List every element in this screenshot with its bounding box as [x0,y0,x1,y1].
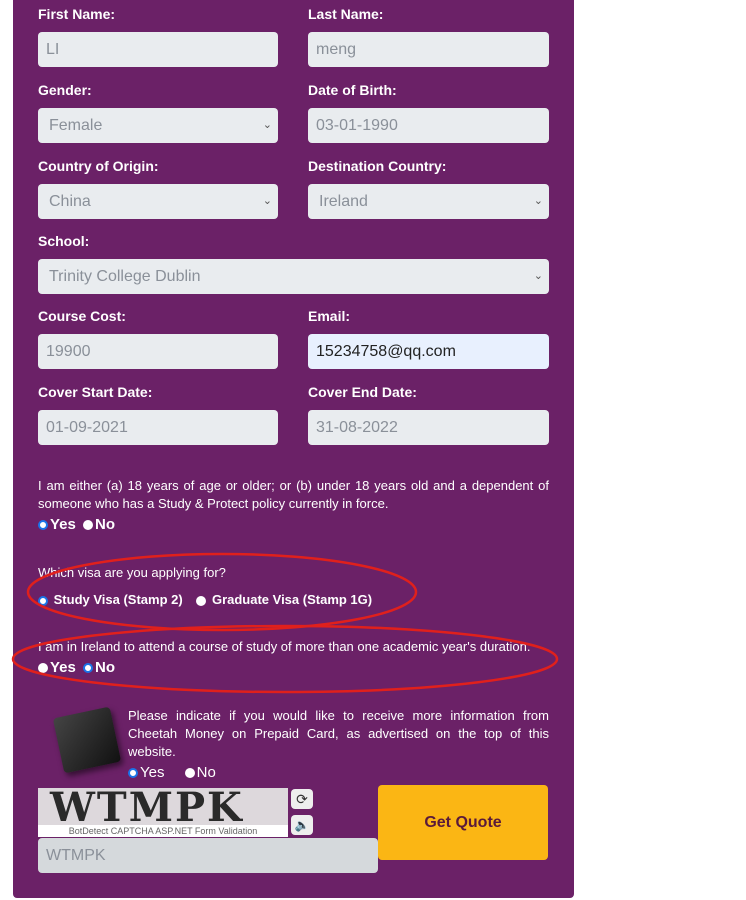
annotation-ellipse-duration [11,624,559,694]
info-question: Please indicate if you would like to rec… [128,708,549,759]
annotation-ellipse-visa [26,552,418,632]
info-yes-radio[interactable] [128,768,138,779]
annotation-overlay [11,552,559,694]
info-no-radio[interactable] [184,768,195,779]
refresh-captcha-icon[interactable]: ⟳ [291,789,313,809]
captcha-caption: BotDetect CAPTCHA ASP.NET Form Validatio… [38,825,288,837]
info-no-label: No [196,764,216,781]
audio-captcha-icon[interactable]: 🔈 [291,815,313,835]
info-yes-label: Yes [140,764,165,781]
prepaid-card-image [52,706,122,774]
captcha-input[interactable]: WTMPK [38,838,378,873]
captcha-image: WTMPK BotDetect CAPTCHA ASP.NET Form Val… [38,788,288,837]
get-quote-button[interactable]: Get Quote [378,785,548,860]
